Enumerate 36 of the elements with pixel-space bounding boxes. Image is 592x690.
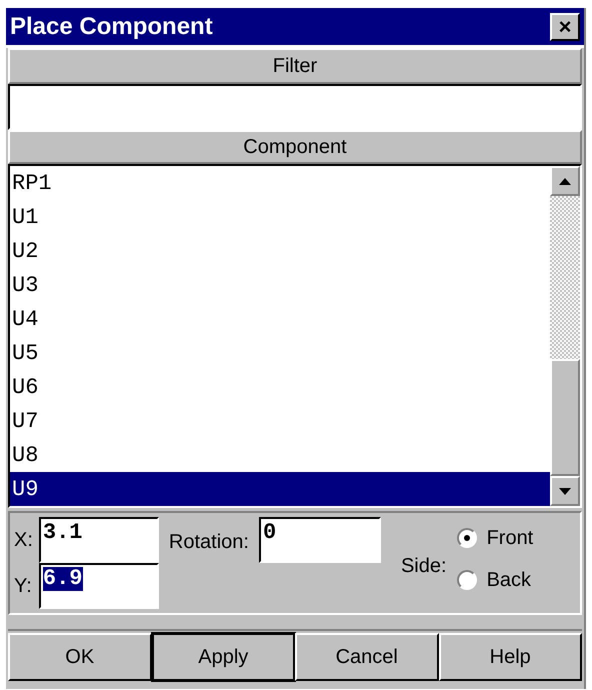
list-item[interactable]: U7	[10, 404, 550, 438]
list-item[interactable]: U3	[10, 268, 550, 302]
radio-option[interactable]: Front	[456, 523, 534, 553]
list-item[interactable]: U5	[10, 336, 550, 370]
rotation-label: Rotation:	[168, 530, 249, 555]
rotation-field[interactable]: 0	[258, 517, 381, 563]
list-item[interactable]: U2	[10, 234, 550, 268]
filter-field[interactable]	[8, 84, 582, 130]
radio-icon[interactable]	[456, 570, 477, 590]
window-title: Place Component	[10, 12, 213, 42]
dialog-button[interactable]: Cancel	[295, 633, 438, 681]
y-label: Y:	[14, 574, 33, 599]
list-item[interactable]: U8	[10, 438, 550, 472]
close-button[interactable]: ×	[550, 12, 580, 40]
down-arrow-icon	[559, 488, 571, 494]
scrollbar[interactable]	[550, 166, 580, 506]
dialog-button[interactable]: Help	[438, 633, 582, 681]
filter-header: Filter	[8, 48, 582, 84]
scroll-down-button[interactable]	[550, 476, 580, 506]
side-label: Side:	[400, 554, 447, 579]
list-item[interactable]: U9	[10, 472, 550, 506]
scroll-thumb[interactable]	[550, 359, 580, 476]
scroll-up-button[interactable]	[550, 166, 580, 196]
x-field[interactable]: 3.1	[38, 517, 159, 563]
dialog-button[interactable]: Apply	[152, 633, 295, 681]
radio-icon[interactable]	[456, 528, 477, 548]
up-arrow-icon	[559, 178, 571, 184]
list-item[interactable]: U4	[10, 302, 550, 336]
list-item[interactable]: U1	[10, 200, 550, 234]
x-label: X:	[14, 528, 33, 553]
list-item[interactable]: U6	[10, 370, 550, 404]
dialog-button[interactable]: OK	[8, 633, 152, 681]
radio-option[interactable]: Back	[456, 565, 534, 595]
component-header: Component	[8, 130, 582, 164]
list-item[interactable]: RP1	[10, 166, 550, 200]
y-field[interactable]: 6.9	[38, 563, 159, 609]
